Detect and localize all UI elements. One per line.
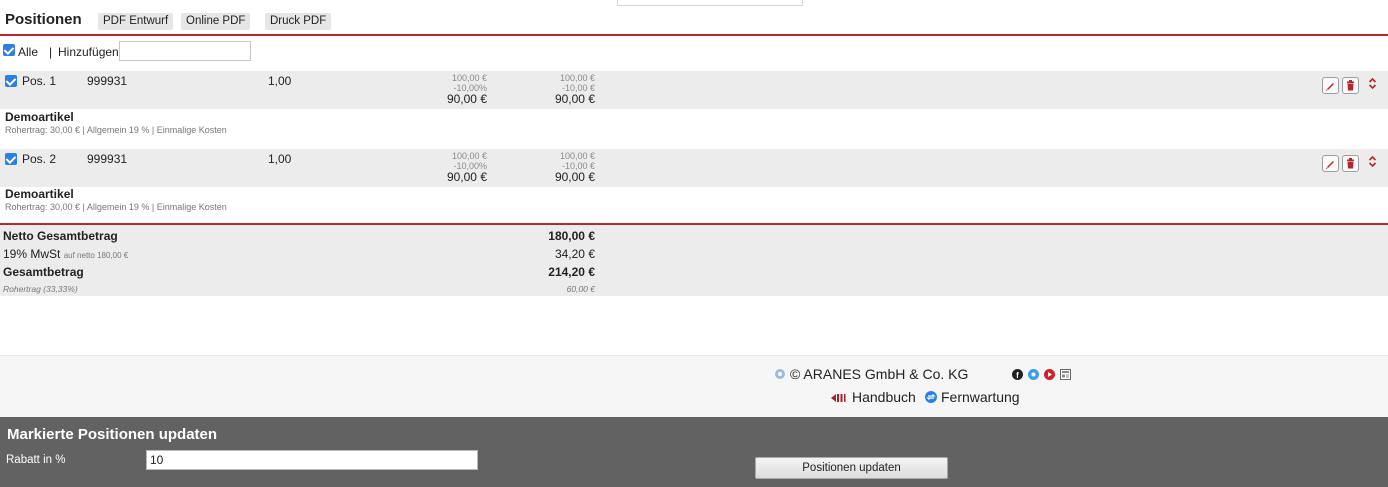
positions-header: Positionen PDF Entwurf Online PDF Druck … <box>0 0 1388 36</box>
reorder-updown-icon[interactable] <box>1368 77 1377 93</box>
gesamt-value: 214,20 € <box>548 265 595 279</box>
select-all-checkbox[interactable] <box>3 44 15 56</box>
position-checkbox[interactable] <box>5 153 17 165</box>
trash-icon <box>1347 158 1354 169</box>
netto-value: 180,00 € <box>548 229 595 243</box>
unit-price-block: 100,00 € -10,00% 90,00 € <box>407 151 487 184</box>
aranes-logo-icon <box>774 368 786 383</box>
copyright-text: © ARANES GmbH & Co. KG <box>790 366 969 382</box>
line-total-gross: 100,00 € <box>559 73 595 83</box>
netto-label: Netto Gesamtbetrag <box>3 229 118 243</box>
page-title: Positionen <box>5 11 82 28</box>
article-name: Demoartikel <box>5 110 74 124</box>
position-label: Pos. 2 <box>22 152 57 166</box>
handbook-link[interactable]: Handbuch <box>852 389 916 405</box>
pdf-draft-button[interactable]: PDF Entwurf <box>98 13 174 30</box>
article-number: 999931 <box>87 152 128 166</box>
position-description: Demoartikel Rohertrag: 30,00 € | Allgeme… <box>5 110 227 135</box>
position-label: Pos. 1 <box>22 74 57 88</box>
print-pdf-button[interactable]: Druck PDF <box>265 13 332 30</box>
article-name: Demoartikel <box>5 187 74 201</box>
gesamt-label: Gesamtbetrag <box>3 265 84 279</box>
discount-input[interactable]: 10 <box>146 450 478 470</box>
discount-label: Rabatt in % <box>6 454 66 466</box>
newsletter-icon[interactable] <box>1060 369 1071 383</box>
pencil-icon <box>1326 161 1334 169</box>
unit-price-net: 90,00 € <box>446 92 487 106</box>
delete-button[interactable] <box>1342 77 1359 94</box>
reorder-updown-icon[interactable] <box>1368 155 1377 171</box>
youtube-icon[interactable] <box>1044 369 1055 383</box>
facebook-icon[interactable]: f <box>1012 369 1023 383</box>
trash-icon <box>1347 80 1354 91</box>
line-total-net: 90,00 € <box>554 92 595 106</box>
delete-button[interactable] <box>1342 155 1359 172</box>
add-position-input[interactable] <box>119 41 251 61</box>
add-label: Hinzufügen <box>58 45 119 59</box>
article-details: Rohertrag: 30,00 € | Allgemein 19 % | Ei… <box>5 202 227 212</box>
quantity: 1,00 <box>268 74 292 88</box>
svg-text:f: f <box>1016 371 1019 380</box>
select-all-label: Alle <box>18 45 39 59</box>
quantity: 1,00 <box>268 152 292 166</box>
unit-price-gross: 100,00 € <box>451 73 487 83</box>
unit-price-gross: 100,00 € <box>451 151 487 161</box>
update-positions-button[interactable]: Positionen updaten <box>755 457 948 479</box>
handbook-icon <box>830 392 846 406</box>
add-position-row: Alle | Hinzufügen <box>0 40 1388 64</box>
article-number: 999931 <box>87 74 128 88</box>
unit-price-block: 100,00 € -10,00% 90,00 € <box>407 73 487 106</box>
remote-support-link[interactable]: Fernwartung <box>941 389 1020 405</box>
unit-price-net: 90,00 € <box>446 170 487 184</box>
mwst-value: 34,20 € <box>554 247 595 261</box>
line-total-net: 90,00 € <box>554 170 595 184</box>
position-checkbox[interactable] <box>5 75 17 87</box>
mwst-label: 19% MwSt auf netto 180,00 € <box>3 247 129 261</box>
line-total-block: 100,00 € -10,00 € 90,00 € <box>515 151 595 184</box>
edit-button[interactable] <box>1322 77 1339 94</box>
position-row: Pos. 2 999931 1,00 100,00 € -10,00% 90,0… <box>0 149 1388 187</box>
separator: | <box>49 45 53 59</box>
bulk-update-title: Markierte Positionen updaten <box>7 426 218 443</box>
position-description: Demoartikel Rohertrag: 30,00 € | Allgeme… <box>5 187 227 212</box>
footer: © ARANES GmbH & Co. KG f Handbuch Fernwa… <box>0 355 1388 417</box>
rohertrag-label: Rohertrag (33,33%) <box>3 284 78 294</box>
edit-button[interactable] <box>1322 155 1339 172</box>
position-row: Pos. 1 999931 1,00 100,00 € -10,00% 90,0… <box>0 71 1388 109</box>
pencil-icon <box>1326 83 1334 91</box>
line-total-gross: 100,00 € <box>559 151 595 161</box>
article-details: Rohertrag: 30,00 € | Allgemein 19 % | Ei… <box>5 125 227 135</box>
bulk-update-panel: Markierte Positionen updaten Rabatt in %… <box>0 417 1388 487</box>
remote-support-icon <box>925 391 937 406</box>
rohertrag-value: 60,00 € <box>566 284 595 294</box>
online-pdf-button[interactable]: Online PDF <box>181 13 251 30</box>
mwst-sub: auf netto 180,00 € <box>63 251 129 260</box>
twitter-icon[interactable] <box>1028 369 1039 383</box>
totals-section: Netto Gesamtbetrag 180,00 € 19% MwSt auf… <box>0 223 1388 296</box>
line-total-block: 100,00 € -10,00 € 90,00 € <box>515 73 595 106</box>
